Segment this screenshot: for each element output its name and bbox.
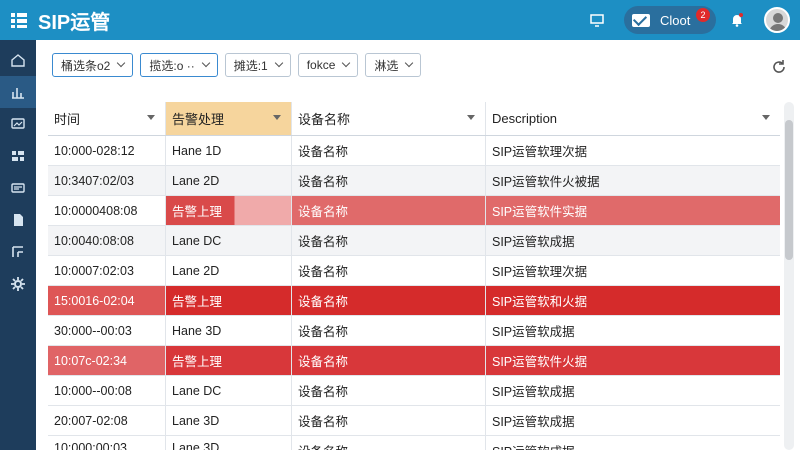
sort-icon <box>147 115 155 120</box>
table-header: 时间 告警处理 设备名称 Description <box>48 102 780 136</box>
app-title: SIP运管 <box>38 11 111 34</box>
sort-icon <box>467 115 475 120</box>
bell-icon[interactable] <box>724 7 750 33</box>
screen-cast-icon[interactable] <box>584 7 610 33</box>
top-bar: SIP运管 Cloot 2 <box>0 0 800 40</box>
chevron-down-icon <box>201 58 210 68</box>
chevron-down-icon <box>405 58 414 68</box>
table-row[interactable]: 10:0000408:08 告警上理 设备名称 SIP运管软件实据 <box>48 196 780 226</box>
refresh-icon[interactable] <box>770 58 788 76</box>
scrollbar-thumb[interactable] <box>785 120 793 260</box>
column-header-device[interactable]: 设备名称 <box>292 102 486 135</box>
message-icon <box>11 183 25 193</box>
filter-dropdown-2[interactable]: 揽选:o ·· <box>140 53 218 77</box>
sidebar-item-home[interactable] <box>0 44 36 76</box>
table-scrollbar[interactable] <box>784 102 794 450</box>
table-row[interactable]: 10:0040:08:08 Lane DC 设备名称 SIP运管软成据 <box>48 226 780 256</box>
gear-icon <box>11 277 25 291</box>
menu-logo-icon[interactable] <box>0 0 38 40</box>
filter-dropdown-5[interactable]: 淋选 <box>365 53 422 77</box>
mail-icon[interactable] <box>632 13 650 27</box>
table-row[interactable]: 10:3407:02/03 Lane 2D 设备名称 SIP运管软件火被据 <box>48 166 780 196</box>
monitor-icon <box>11 118 25 129</box>
chevron-down-icon <box>117 58 126 68</box>
grid-chart-icon <box>12 151 24 161</box>
table-row[interactable]: 10:07c-02:34 告警上理 设备名称 SIP运管软件火据 <box>48 346 780 376</box>
sidebar-item-chart[interactable] <box>0 76 36 108</box>
flow-icon <box>12 246 23 257</box>
table-row[interactable]: 30:000--00:03 Hane 3D 设备名称 SIP运管软成据 <box>48 316 780 346</box>
user-pill[interactable]: Cloot 2 <box>624 6 716 34</box>
table-row[interactable]: 10:000-028:12 Hane 1D 设备名称 SIP运管软理次据 <box>48 136 780 166</box>
table-row[interactable]: 10:000:00:03 Lane 3D 设备名称 SIP运管软成据 <box>48 436 780 450</box>
column-header-description[interactable]: Description <box>486 102 780 135</box>
column-header-alarm[interactable]: 告警处理 <box>166 102 292 135</box>
column-header-time[interactable]: 时间 <box>48 102 166 135</box>
filter-dropdown-4[interactable]: fokce <box>297 53 359 77</box>
sidebar-item-settings[interactable] <box>0 268 36 300</box>
bar-chart-icon <box>12 88 24 99</box>
chevron-down-icon <box>342 58 351 68</box>
chevron-down-icon <box>274 58 283 68</box>
sort-icon <box>273 115 281 120</box>
filter-dropdown-3[interactable]: 摊选:1 <box>224 53 291 77</box>
filter-dropdown-1[interactable]: 桶选条o2 <box>52 53 134 77</box>
avatar[interactable] <box>764 7 790 33</box>
sort-icon <box>762 115 770 120</box>
sidebar <box>0 40 36 450</box>
home-icon <box>11 54 25 67</box>
sidebar-item-document[interactable] <box>0 204 36 236</box>
table-row[interactable]: 10:0007:02:03 Lane 2D 设备名称 SIP运管软理次据 <box>48 256 780 286</box>
table-row[interactable]: 10:000--00:08 Lane DC 设备名称 SIP运管软成据 <box>48 376 780 406</box>
user-label: Cloot <box>660 12 691 28</box>
sidebar-item-grid[interactable] <box>0 140 36 172</box>
notification-badge: 2 <box>696 8 710 22</box>
sidebar-item-message[interactable] <box>0 172 36 204</box>
document-icon <box>14 214 23 226</box>
sidebar-item-flow[interactable] <box>0 236 36 268</box>
sidebar-item-monitor[interactable] <box>0 108 36 140</box>
table-row[interactable]: 20:007-02:08 Lane 3D 设备名称 SIP运管软成据 <box>48 406 780 436</box>
alarm-table: 时间 告警处理 设备名称 Description 10:000-028:12 H… <box>48 102 780 450</box>
table-row[interactable]: 15:0016-02:04 告警上理 设备名称 SIP运管软和火据 <box>48 286 780 316</box>
filter-bar: 桶选条o2 揽选:o ·· 摊选:1 fokce 淋选 <box>52 53 422 77</box>
